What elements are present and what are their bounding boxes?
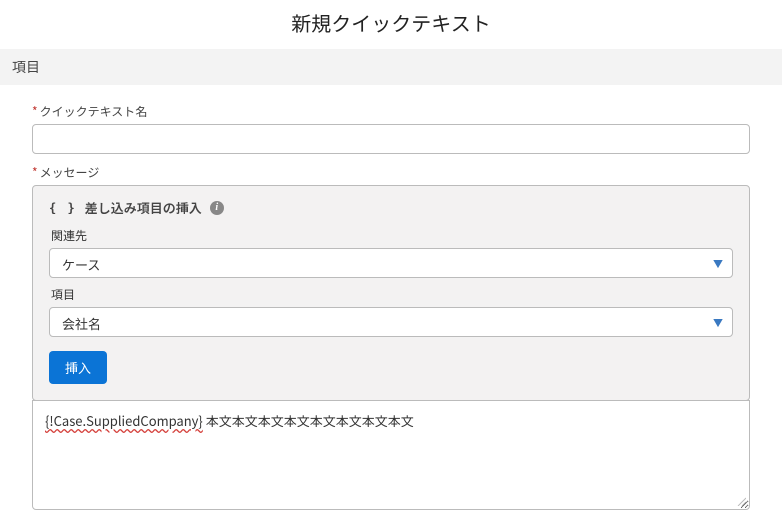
required-asterisk-icon: * bbox=[32, 164, 38, 181]
form-area: *クイックテキスト名 *メッセージ { } 差し込み項目の挿入 i 関連先 ケー… bbox=[0, 85, 782, 522]
resize-handle-icon bbox=[736, 496, 746, 506]
quick-text-name-input[interactable] bbox=[32, 124, 750, 154]
merge-field-panel-title: 差し込み項目の挿入 bbox=[85, 198, 202, 217]
info-icon[interactable]: i bbox=[210, 201, 224, 215]
message-label: *メッセージ bbox=[32, 164, 750, 181]
merge-field-select-wrap: 会社名 ▼ bbox=[49, 307, 733, 337]
page-title: 新規クイックテキスト bbox=[0, 0, 782, 49]
related-to-select-wrap: ケース ▼ bbox=[49, 248, 733, 278]
merge-field-select[interactable]: 会社名 bbox=[49, 307, 733, 337]
merge-field-token: {!Case.SuppliedCompany} bbox=[45, 411, 203, 430]
merge-field-field-label: 項目 bbox=[51, 286, 733, 303]
related-to-select[interactable]: ケース bbox=[49, 248, 733, 278]
related-to-label: 関連先 bbox=[51, 227, 733, 244]
quick-text-name-label-text: クイックテキスト名 bbox=[40, 103, 148, 120]
required-asterisk-icon: * bbox=[32, 103, 38, 120]
message-textarea[interactable]: {!Case.SuppliedCompany} 本文本文本文本文本文本文本文本文 bbox=[32, 400, 750, 510]
quick-text-name-label: *クイックテキスト名 bbox=[32, 103, 750, 120]
merge-field-panel-header: { } 差し込み項目の挿入 i bbox=[49, 198, 733, 217]
message-label-text: メッセージ bbox=[40, 164, 100, 181]
message-body-text: 本文本文本文本文本文本文本文本文 bbox=[203, 411, 414, 430]
insert-button[interactable]: 挿入 bbox=[49, 351, 107, 384]
merge-brackets-icon: { } bbox=[49, 201, 77, 215]
section-header-fields: 項目 bbox=[0, 49, 782, 85]
merge-field-panel: { } 差し込み項目の挿入 i 関連先 ケース ▼ 項目 会社名 ▼ 挿入 bbox=[32, 185, 750, 401]
